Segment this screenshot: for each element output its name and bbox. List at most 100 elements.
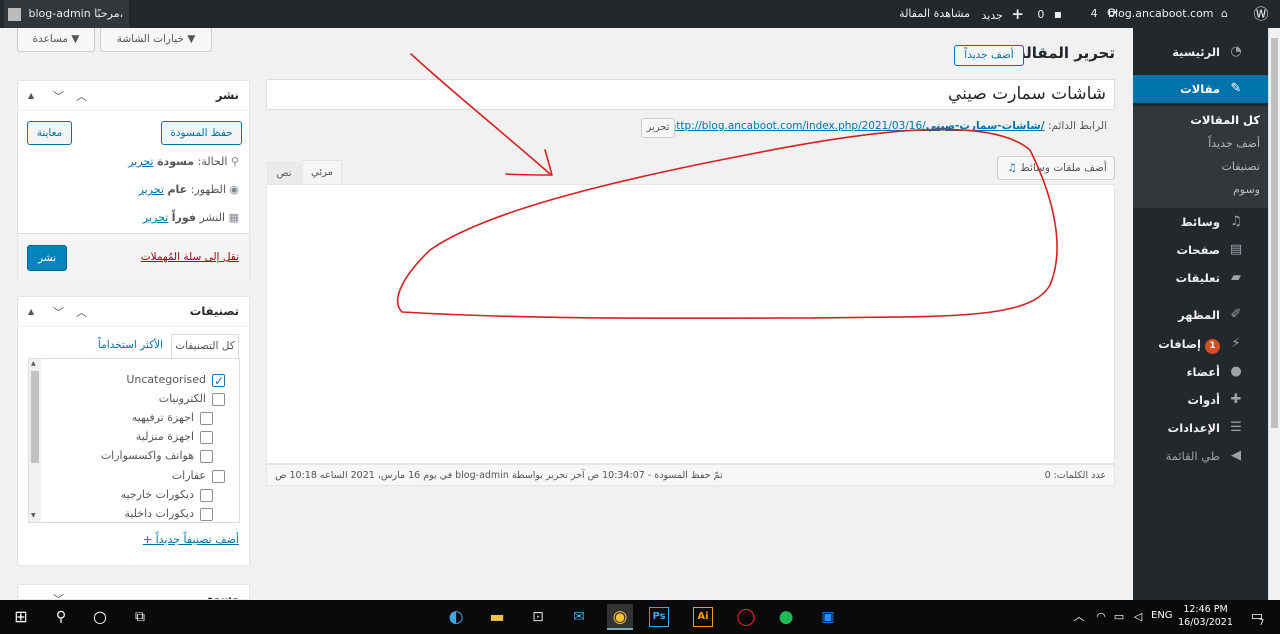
category-checkbox-checked[interactable] bbox=[212, 372, 225, 390]
menu-appearance[interactable]: ✐ المظهر bbox=[1133, 301, 1268, 329]
language-indicator[interactable]: ENG bbox=[1151, 610, 1173, 621]
mail-icon[interactable]: ✉ bbox=[566, 604, 592, 630]
category-label: الكترونيات bbox=[158, 392, 206, 405]
file-explorer-icon[interactable]: ▬ bbox=[484, 604, 510, 630]
avatar bbox=[8, 7, 21, 21]
collapse-down-icon[interactable]: ﹀ bbox=[53, 591, 64, 599]
categories-scroll-thumb[interactable] bbox=[31, 371, 39, 463]
menu-comments[interactable]: ▰ تعليقات bbox=[1133, 264, 1268, 292]
collapse-down-icon[interactable]: ﹀ bbox=[53, 88, 64, 104]
preview-button[interactable]: معاينة bbox=[27, 121, 72, 145]
scroll-up-arrow-icon[interactable]: ▲ bbox=[31, 360, 36, 367]
category-checkbox[interactable] bbox=[212, 392, 225, 406]
menu-posts[interactable]: ✎ مقالات bbox=[1125, 75, 1268, 103]
chrome-browser-icon[interactable]: ◉ bbox=[607, 604, 633, 630]
category-checkbox[interactable] bbox=[200, 488, 213, 502]
photoshop-icon[interactable]: Ps bbox=[649, 607, 669, 627]
category-checkbox[interactable] bbox=[200, 507, 213, 521]
publish-button[interactable]: نشر bbox=[27, 245, 67, 271]
submenu-tags[interactable]: وسوم bbox=[1133, 178, 1268, 201]
save-draft-button[interactable]: حفظ المسودة bbox=[161, 121, 242, 145]
windows-start-icon[interactable]: ⊞ bbox=[8, 604, 34, 630]
account-menu[interactable]: blog-admin مرحبًا، bbox=[4, 0, 130, 28]
publish-box-title: نشر bbox=[215, 88, 239, 102]
help-button[interactable]: مساعدة ▼ bbox=[17, 28, 95, 52]
zoom-video-icon[interactable]: ▣ bbox=[815, 604, 841, 630]
tab-text[interactable]: نص bbox=[267, 162, 301, 184]
plugin-icon: ⚡ bbox=[1231, 336, 1241, 351]
page-scrollbar[interactable] bbox=[1268, 28, 1280, 600]
category-checkbox[interactable] bbox=[212, 469, 225, 483]
category-item[interactable]: اجهزة منزلية bbox=[136, 428, 213, 446]
tab-all-categories[interactable]: كل التصنيفات bbox=[171, 334, 239, 358]
edit-visibility-link[interactable]: تحرير bbox=[139, 183, 164, 196]
schedule-value: فوراً bbox=[171, 211, 196, 224]
toggle-panel-icon[interactable]: ▲ bbox=[28, 307, 34, 316]
collapse-up-icon[interactable]: ︿ bbox=[76, 88, 87, 104]
status-label: الحالة: bbox=[197, 155, 228, 168]
category-checkbox[interactable] bbox=[200, 449, 213, 463]
submenu-all-posts[interactable]: كل المقالات bbox=[1133, 109, 1268, 132]
category-item[interactable]: هواتف واكسسوارات bbox=[101, 447, 213, 465]
clock[interactable]: 12:46 PM 16/03/2021 bbox=[1178, 603, 1233, 629]
categories-list: ▲ ▼ Uncategorised الكترونيات اجهزة ترفيه… bbox=[28, 358, 240, 523]
categories-scrollbar[interactable]: ▲ ▼ bbox=[29, 359, 41, 522]
tags-box-title: وسوم bbox=[204, 591, 239, 600]
menu-pages[interactable]: ▤ صفحات bbox=[1133, 236, 1268, 264]
menu-plugins[interactable]: ⚡ إضافات 1 bbox=[1133, 330, 1268, 358]
submenu-add-new[interactable]: أضف جديداً bbox=[1133, 132, 1268, 155]
menu-label: مقالات bbox=[1180, 82, 1220, 96]
category-item[interactable]: ديكورات خارجيه bbox=[121, 486, 213, 504]
updates-link[interactable]: 4 ⟳ bbox=[1091, 0, 1118, 28]
category-item[interactable]: ديكورات داخلية bbox=[124, 505, 213, 522]
toggle-panel-icon[interactable]: ▲ bbox=[28, 91, 34, 100]
categories-box-header: تصنيفات ︿ ﹀ ▲ bbox=[18, 297, 249, 327]
spotify-icon[interactable]: ● bbox=[773, 604, 799, 630]
search-icon[interactable]: ⚲ bbox=[48, 604, 74, 630]
caret-down-icon: ▼ bbox=[187, 33, 196, 45]
menu-collapse[interactable]: ◀ طي القائمة bbox=[1133, 442, 1268, 470]
menu-tools[interactable]: ✚ أدوات bbox=[1133, 386, 1268, 414]
category-item[interactable]: Uncategorised bbox=[126, 371, 225, 390]
edit-status-link[interactable]: تحرير bbox=[128, 155, 153, 168]
screen-options-button[interactable]: خيارات الشاشة ▼ bbox=[100, 28, 212, 52]
admin-sidebar: ◔ الرئيسية ✎ مقالات كل المقالات أضف جديداً… bbox=[1125, 28, 1268, 600]
volume-icon[interactable]: ◁ bbox=[1125, 604, 1151, 630]
new-content-link[interactable]: جديد + bbox=[982, 0, 1025, 28]
wordpress-logo-icon[interactable]: Ⓦ bbox=[1252, 0, 1270, 28]
menu-settings[interactable]: ☰ الإعدادات bbox=[1133, 414, 1268, 442]
notifications-icon[interactable]: ▭ 7 bbox=[1244, 604, 1270, 630]
scrollbar-thumb[interactable] bbox=[1271, 38, 1278, 428]
cortana-circle-icon[interactable]: ○ bbox=[87, 604, 113, 630]
scroll-down-arrow-icon[interactable]: ▼ bbox=[31, 512, 36, 519]
tab-visual[interactable]: مرئي bbox=[302, 160, 342, 185]
move-to-trash-link[interactable]: نقل إلى سلة المُهملات bbox=[141, 251, 239, 263]
task-view-icon[interactable]: ⧉ bbox=[127, 604, 153, 630]
category-item[interactable]: الكترونيات bbox=[159, 390, 225, 408]
new-label: جديد bbox=[981, 9, 1003, 22]
category-checkbox[interactable] bbox=[200, 411, 213, 425]
collapse-down-icon[interactable]: ﹀ bbox=[53, 304, 64, 320]
opera-browser-icon[interactable]: ◯ bbox=[733, 604, 759, 630]
menu-media[interactable]: ♫ وسائط bbox=[1133, 208, 1268, 236]
submenu-categories[interactable]: تصنيفات bbox=[1133, 155, 1268, 178]
collapse-up-icon[interactable]: ︿ bbox=[76, 304, 87, 320]
category-label: عقارات bbox=[171, 469, 206, 482]
category-item[interactable]: عقارات bbox=[172, 467, 225, 485]
site-name-link[interactable]: blog.ancaboot.com ⌂ bbox=[1108, 0, 1228, 28]
menu-users[interactable]: ● أعضاء bbox=[1133, 358, 1268, 386]
illustrator-icon[interactable]: Ai bbox=[693, 607, 713, 627]
menu-dashboard[interactable]: ◔ الرئيسية bbox=[1133, 38, 1268, 66]
category-item[interactable]: اجهزة ترفيهيه bbox=[132, 409, 213, 427]
edge-browser-icon[interactable]: ◐ bbox=[443, 604, 469, 630]
tab-most-used[interactable]: الأكثر استخداماً bbox=[98, 339, 163, 351]
comments-link[interactable]: 0 ▪ bbox=[1037, 0, 1062, 28]
view-post-link[interactable]: مشاهدة المقالة bbox=[899, 0, 970, 28]
comment-bubble-icon: ▪ bbox=[1053, 7, 1062, 21]
categories-box: تصنيفات ︿ ﹀ ▲ كل التصنيفات الأكثر استخدا… bbox=[17, 296, 250, 566]
edit-schedule-link[interactable]: تحرير bbox=[143, 211, 168, 224]
store-bag-icon[interactable]: ⊡ bbox=[525, 604, 551, 630]
collapse-up-icon[interactable]: ︿ bbox=[76, 591, 87, 599]
add-new-category-link[interactable]: + أضف تصنيفاً جديداً bbox=[143, 533, 239, 546]
category-checkbox[interactable] bbox=[200, 430, 213, 444]
